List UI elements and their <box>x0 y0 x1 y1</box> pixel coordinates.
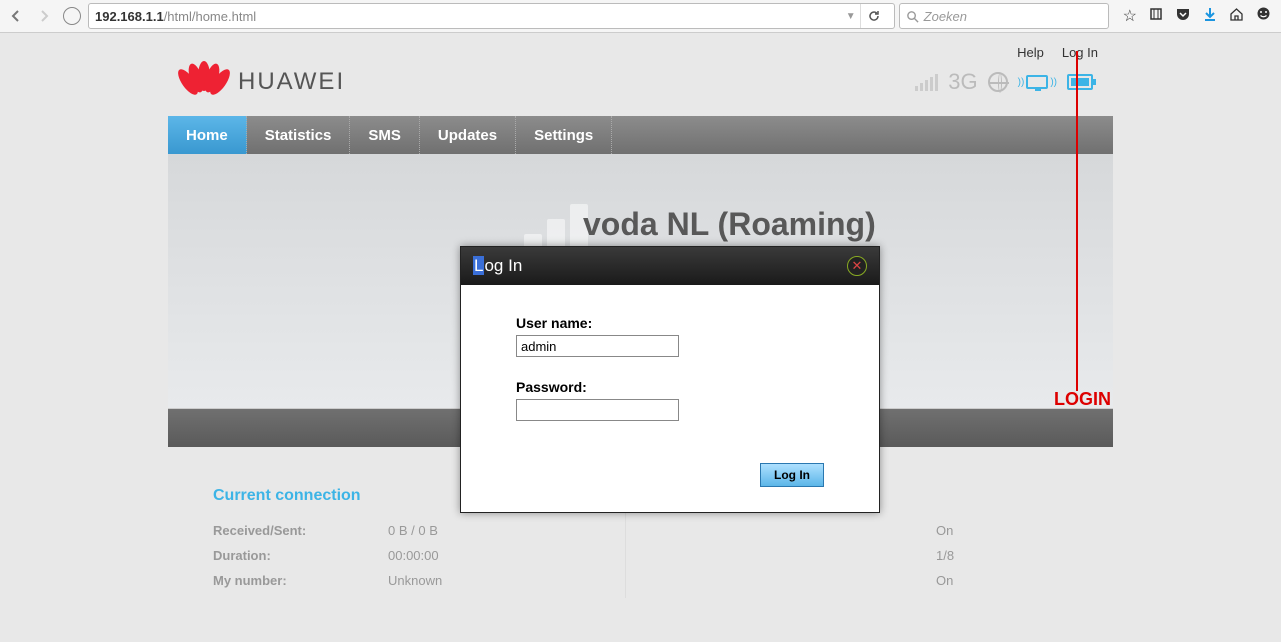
stat-label: Received/Sent: <box>213 523 388 538</box>
login-link[interactable]: Log In <box>1062 45 1098 60</box>
modal-close-button[interactable]: ✕ <box>847 256 867 276</box>
stat-row: 1/8 <box>656 548 1068 563</box>
downloads-icon[interactable] <box>1203 7 1217 26</box>
stat-label <box>656 523 936 538</box>
stat-value: 00:00:00 <box>388 548 439 563</box>
url-path: /html/home.html <box>164 9 256 24</box>
password-input[interactable] <box>516 399 679 421</box>
stat-row: On <box>656 573 1068 588</box>
stat-label: Duration: <box>213 548 388 563</box>
home-icon[interactable] <box>1229 7 1244 26</box>
annotation-line <box>1076 51 1078 391</box>
search-placeholder: Zoeken <box>924 9 967 24</box>
back-button[interactable] <box>4 4 28 28</box>
logo-text: HUAWEI <box>238 68 345 96</box>
wifi-icon: )))) <box>1018 75 1057 89</box>
forward-button[interactable] <box>32 4 56 28</box>
url-dropdown-icon[interactable]: ▼ <box>842 11 860 22</box>
modal-title: Log In <box>473 256 522 276</box>
username-label: User name: <box>516 315 824 331</box>
stat-value: On <box>936 573 953 588</box>
globe-icon <box>988 72 1008 92</box>
url-host: 192.168.1.1 <box>95 9 164 24</box>
login-modal: Log In ✕ User name: Password: Log In <box>460 246 880 513</box>
modal-body: User name: Password: <box>461 285 879 463</box>
password-label: Password: <box>516 379 824 395</box>
signal-bars-icon <box>915 73 938 91</box>
operator-title: voda NL (Roaming) <box>583 206 876 243</box>
annotation-login-label: LOGIN <box>1054 389 1111 410</box>
toolbar-icons: ☆ <box>1113 6 1277 26</box>
smiley-icon[interactable] <box>1256 6 1271 26</box>
nav-sms[interactable]: SMS <box>350 116 420 154</box>
url-bar[interactable]: 192.168.1.1/html/home.html ▼ <box>88 3 895 29</box>
stat-row: My number:Unknown <box>213 573 625 588</box>
site-identity-icon[interactable] <box>60 4 84 28</box>
modal-header: Log In ✕ <box>461 247 879 285</box>
stat-value: 0 B / 0 B <box>388 523 438 538</box>
battery-icon <box>1067 74 1093 90</box>
huawei-logo-icon <box>180 63 228 101</box>
nav-updates[interactable]: Updates <box>420 116 516 154</box>
nav-statistics[interactable]: Statistics <box>247 116 351 154</box>
library-icon[interactable] <box>1149 7 1163 26</box>
help-link[interactable]: Help <box>1017 45 1044 60</box>
logo: HUAWEI <box>180 63 345 101</box>
stat-row: Duration:00:00:00 <box>213 548 625 563</box>
username-input[interactable] <box>516 335 679 357</box>
login-submit-button[interactable]: Log In <box>760 463 824 487</box>
reload-button[interactable] <box>860 4 888 28</box>
status-icons: 3G )))) <box>915 69 1093 95</box>
modal-footer: Log In <box>461 463 879 512</box>
main-nav: Home Statistics SMS Updates Settings <box>168 116 1113 154</box>
pocket-icon[interactable] <box>1175 7 1191 26</box>
stat-row: On <box>656 523 1068 538</box>
nav-home[interactable]: Home <box>168 116 247 154</box>
nav-settings[interactable]: Settings <box>516 116 612 154</box>
top-links: Help Log In <box>1017 45 1098 60</box>
search-bar[interactable]: Zoeken <box>899 3 1109 29</box>
stat-label <box>656 548 936 563</box>
header-row: HUAWEI 3G )))) <box>168 33 1113 116</box>
stat-row: Received/Sent:0 B / 0 B <box>213 523 625 538</box>
stat-value: On <box>936 523 953 538</box>
stat-value: 1/8 <box>936 548 954 563</box>
stat-label: My number: <box>213 573 388 588</box>
stat-label <box>656 573 936 588</box>
browser-toolbar: 192.168.1.1/html/home.html ▼ Zoeken ☆ <box>0 0 1281 33</box>
search-icon <box>906 10 919 23</box>
stat-value: Unknown <box>388 573 442 588</box>
bookmark-star-icon[interactable]: ☆ <box>1123 6 1137 26</box>
network-type: 3G <box>948 69 977 95</box>
